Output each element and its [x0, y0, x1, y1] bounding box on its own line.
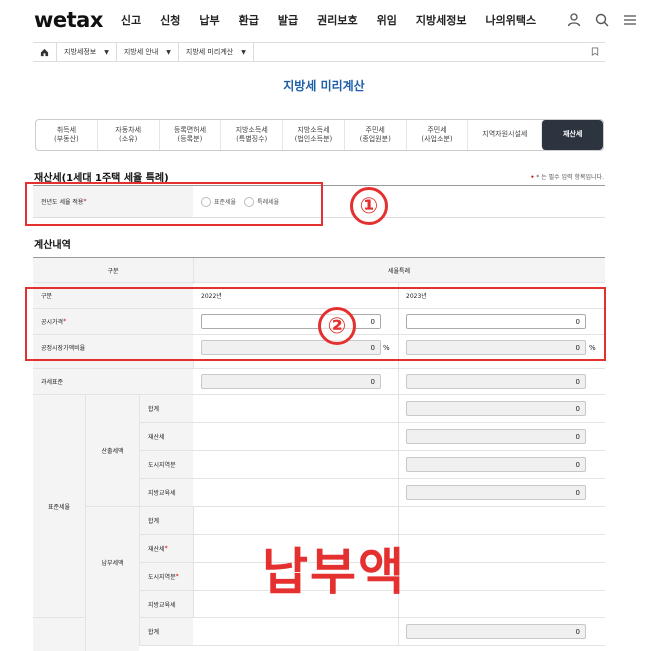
nav-item-rights[interactable]: 권리보호	[317, 12, 357, 28]
tab-property-tax[interactable]: 재산세	[541, 120, 603, 150]
bookmark-icon[interactable]	[591, 46, 599, 58]
calc-tax-label: 산출세액	[85, 395, 139, 507]
tax-tabs: 취득세 (부동산) 자동차세 (소유) 등록면허세 (등록분) 지방소득세 (특별징수)…	[35, 119, 604, 151]
annotation-marker-1: ①	[350, 187, 388, 225]
nav-item-issue[interactable]: 발급	[278, 12, 298, 28]
nav-item-apply[interactable]: 신청	[160, 12, 180, 28]
menu-icon[interactable]	[622, 12, 638, 28]
table-row: 과세표준 0 0	[33, 369, 605, 395]
calc-header-row: 구분 세율특례	[33, 257, 605, 284]
annotation-box-1	[25, 182, 323, 226]
wetax-logo[interactable]: wetax	[34, 8, 103, 32]
table-row: 지방교육세 0	[139, 479, 605, 507]
calc-education-tax-field: 0	[406, 485, 586, 500]
chevron-down-icon: ▼	[241, 48, 246, 56]
breadcrumb-item-localtax-info[interactable]: 지방세정보 ▼	[57, 42, 117, 62]
payment-tax-label: 납부세액	[85, 507, 139, 618]
breadcrumb-item-localtax-guide[interactable]: 지방세 안내 ▼	[117, 42, 179, 62]
calc-property-tax-field: 0	[406, 429, 586, 444]
chevron-down-icon: ▼	[104, 48, 109, 56]
tab-resident-employee[interactable]: 주민세 (종업원분)	[343, 120, 406, 150]
tab-resident-business[interactable]: 주민세 (사업소분)	[405, 120, 468, 150]
annotation-box-2	[25, 287, 606, 361]
table-row: 합계	[139, 507, 605, 535]
chevron-down-icon: ▼	[166, 48, 171, 56]
tab-local-income-withholding[interactable]: 지방소득세 (특별징수)	[220, 120, 282, 150]
home-icon[interactable]	[33, 42, 57, 62]
standard-rate-group-label: 표준세율	[33, 395, 85, 618]
calc-total-field: 0	[406, 401, 586, 416]
top-header: wetax 신고 신청 납부 환급 발급 권리보호 위임 지방세정보 나의위택스	[0, 0, 648, 40]
nav-item-report[interactable]: 신고	[121, 12, 141, 28]
nav-item-delegate[interactable]: 위임	[377, 12, 397, 28]
table-row: 합계 0	[139, 395, 605, 423]
tab-regional-resource-tax[interactable]: 지역자원시설세	[467, 120, 541, 150]
table-row: 합계 0	[139, 618, 605, 646]
tax-base-2022-field: 0	[201, 374, 381, 389]
table-row: 도시지역분 0	[139, 451, 605, 479]
annotation-marker-2: ②	[318, 307, 356, 345]
table-row: 재산세 0	[139, 423, 605, 451]
global-nav: 신고 신청 납부 환급 발급 권리보호 위임 지방세정보 나의위택스	[121, 12, 555, 28]
section-title-calc-details: 계산내역	[34, 240, 71, 251]
nav-item-pay[interactable]: 납부	[199, 12, 219, 28]
user-icon[interactable]	[566, 12, 582, 28]
nav-item-refund[interactable]: 환급	[239, 12, 259, 28]
breadcrumb-item-precalc[interactable]: 지방세 미리계산 ▼	[179, 42, 254, 62]
calc-urban-area-field: 0	[406, 457, 586, 472]
search-icon[interactable]	[594, 12, 610, 28]
annotation-payment-text: 납부액	[262, 543, 406, 601]
page-title: 지방세 미리계산	[283, 79, 365, 93]
breadcrumb: 지방세정보 ▼ 지방세 안내 ▼ 지방세 미리계산 ▼	[33, 42, 605, 62]
required-note: • * 는 필수 입력 항목입니다.	[530, 174, 604, 181]
tab-registration-tax[interactable]: 등록면허세 (등록분)	[158, 120, 221, 150]
nav-item-localtax-info[interactable]: 지방세정보	[416, 12, 467, 28]
tab-local-income-corporate[interactable]: 지방소득세 (법인소득분)	[282, 120, 344, 150]
nav-item-my-wetax[interactable]: 나의위택스	[486, 12, 537, 28]
tax-base-2023-field: 0	[406, 374, 586, 389]
tab-acquisition-tax[interactable]: 취득세 (부동산)	[36, 120, 97, 150]
next-total-field: 0	[406, 624, 586, 639]
tab-vehicle-tax[interactable]: 자동차세 (소유)	[96, 120, 159, 150]
